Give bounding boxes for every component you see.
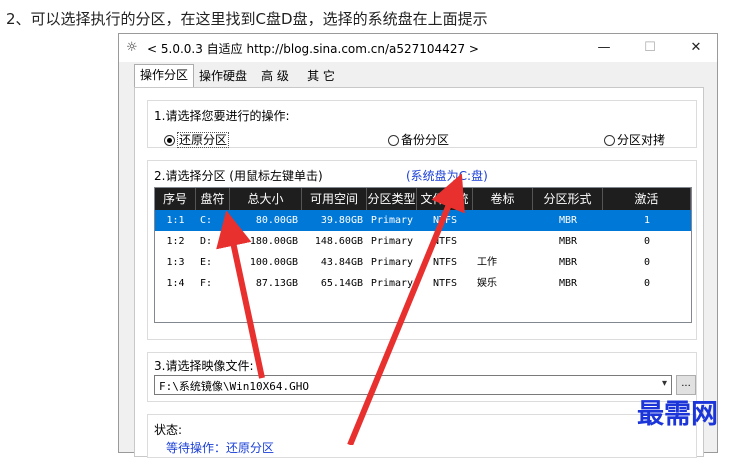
annotation-arrows (216, 173, 465, 445)
red-arrow-to-c-drive (216, 210, 265, 379)
watermark-text: 最需网 (637, 399, 718, 430)
red-arrow-to-hint (347, 173, 465, 445)
